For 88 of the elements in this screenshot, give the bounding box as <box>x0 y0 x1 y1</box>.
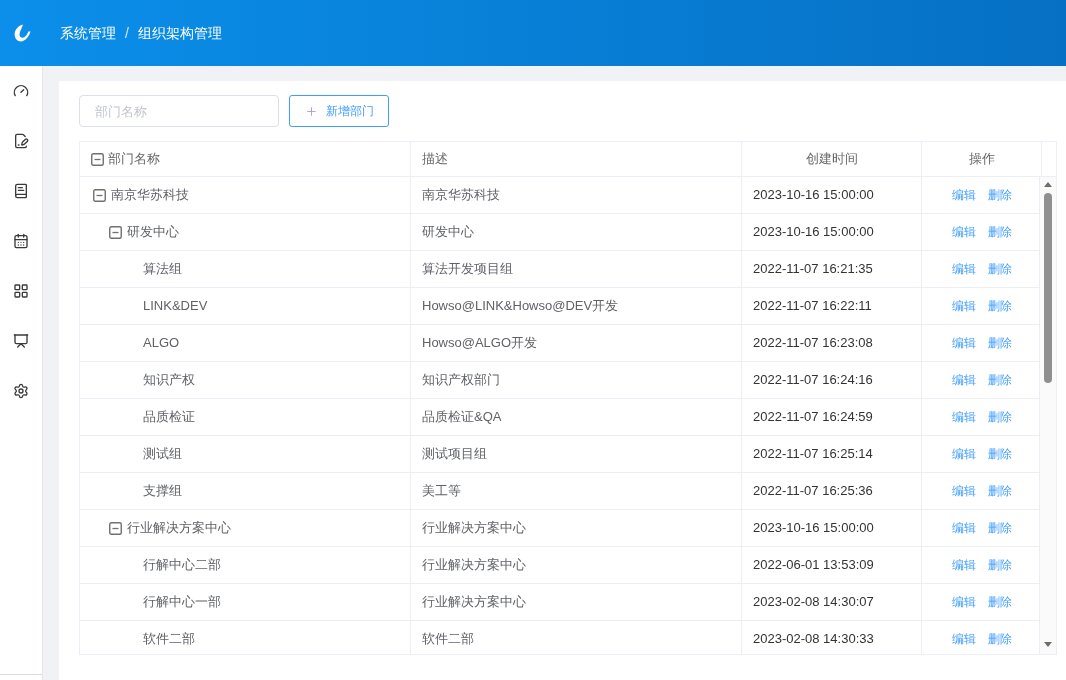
table-cell: 美工等 <box>411 473 742 509</box>
table-cell-text: 算法组 <box>143 260 182 279</box>
column-header: 创建时间 <box>805 150 858 169</box>
table-cell-text: 研发中心 <box>127 223 179 242</box>
table-cell: 研发中心 <box>411 214 742 250</box>
table-cell: 2022-11-07 16:25:36 <box>742 473 922 509</box>
settings-icon[interactable] <box>13 383 29 399</box>
delete-link[interactable]: 删除 <box>988 334 1012 352</box>
table-cell: 行业解决方案中心 <box>411 510 742 546</box>
delete-link[interactable]: 删除 <box>988 630 1012 648</box>
table-cell: 行业解决方案中心 <box>411 584 742 620</box>
delete-link[interactable]: 删除 <box>988 297 1012 315</box>
calendar-icon[interactable] <box>13 233 29 249</box>
table-cell-text: 支撑组 <box>143 482 182 501</box>
table-cell-text: LINK&DEV <box>143 297 208 316</box>
table-cell: 2023-02-08 14:30:07 <box>742 584 922 620</box>
table-cell: 2022-11-07 16:24:59 <box>742 399 922 435</box>
table-cell-text: 南京华苏科技 <box>111 186 189 205</box>
table-cell: 2022-11-07 16:25:14 <box>742 436 922 472</box>
delete-link[interactable]: 删除 <box>988 593 1012 611</box>
table-cell-text: 行解中心一部 <box>143 593 221 612</box>
edit-link[interactable]: 编辑 <box>952 519 976 537</box>
edit-link[interactable]: 编辑 <box>952 408 976 426</box>
breadcrumb-separator: / <box>125 23 129 43</box>
table-cell: 2023-02-08 14:30:33 <box>742 621 922 654</box>
document-pen-icon[interactable] <box>13 133 29 149</box>
scroll-up-icon[interactable] <box>1044 182 1052 187</box>
table-cell: 2022-06-01 13:53:09 <box>742 547 922 583</box>
table-cell-text: 软件二部 <box>143 630 195 649</box>
table-cell: 2022-11-07 16:23:08 <box>742 325 922 361</box>
edit-link[interactable]: 编辑 <box>952 260 976 278</box>
edit-link[interactable]: 编辑 <box>952 556 976 574</box>
edit-link[interactable]: 编辑 <box>952 334 976 352</box>
delete-link[interactable]: 删除 <box>988 371 1012 389</box>
plus-icon <box>304 104 318 118</box>
table-cell: 2022-11-07 16:22:11 <box>742 288 922 324</box>
delete-link[interactable]: 删除 <box>988 445 1012 463</box>
edit-link[interactable]: 编辑 <box>952 482 976 500</box>
delete-link[interactable]: 删除 <box>988 186 1012 204</box>
breadcrumb-item: 组织架构管理 <box>137 23 222 43</box>
minus-square-icon[interactable] <box>109 225 122 239</box>
edit-link[interactable]: 编辑 <box>952 297 976 315</box>
table-cell: 行业解决方案中心 <box>411 547 742 583</box>
table-cell: 品质检证&QA <box>411 399 742 435</box>
table-cell-text: 品质检证 <box>143 408 195 427</box>
edit-link[interactable]: 编辑 <box>952 186 976 204</box>
table-cell: 知识产权部门 <box>411 362 742 398</box>
delete-link[interactable]: 删除 <box>988 519 1012 537</box>
edit-link[interactable]: 编辑 <box>952 223 976 241</box>
book-icon[interactable] <box>13 183 29 199</box>
table-cell-text: 行解中心二部 <box>143 556 221 575</box>
delete-link[interactable]: 删除 <box>988 408 1012 426</box>
delete-link[interactable]: 删除 <box>988 223 1012 241</box>
add-department-button[interactable]: 新增部门 <box>289 95 389 127</box>
table-cell-text: 知识产权 <box>143 371 195 390</box>
edit-link[interactable]: 编辑 <box>952 445 976 463</box>
delete-link[interactable]: 删除 <box>988 482 1012 500</box>
table-cell: 2023-10-16 15:00:00 <box>742 214 922 250</box>
edit-link[interactable]: 编辑 <box>952 630 976 648</box>
table-cell: 测试项目组 <box>411 436 742 472</box>
gauge-icon[interactable] <box>13 83 29 99</box>
table-cell: Howso@LINK&Howso@DEV开发 <box>411 288 742 324</box>
presentation-icon[interactable] <box>13 333 29 349</box>
table-cell: 软件二部 <box>411 621 742 654</box>
minus-square-icon[interactable] <box>109 521 122 535</box>
table-cell: 2023-10-16 15:00:00 <box>742 177 922 213</box>
delete-link[interactable]: 删除 <box>988 556 1012 574</box>
delete-link[interactable]: 删除 <box>988 260 1012 278</box>
table-cell-text: ALGO <box>143 334 180 353</box>
column-header: 操作 <box>968 150 995 169</box>
table-cell: Howso@ALGO开发 <box>411 325 742 361</box>
table-cell: 南京华苏科技 <box>411 177 742 213</box>
table-cell-text: 行业解决方案中心 <box>127 519 231 538</box>
edit-link[interactable]: 编辑 <box>952 593 976 611</box>
breadcrumb-item[interactable]: 系统管理 <box>60 22 116 44</box>
table-cell: 2022-11-07 16:24:16 <box>742 362 922 398</box>
scroll-down-icon[interactable] <box>1044 642 1052 647</box>
edit-link[interactable]: 编辑 <box>952 371 976 389</box>
column-header: 部门名称 <box>108 150 160 169</box>
minus-square-icon[interactable] <box>91 152 104 166</box>
table-cell: 算法开发项目组 <box>411 251 742 287</box>
table-cell: 2023-10-16 15:00:00 <box>742 510 922 546</box>
table-cell-text: 测试组 <box>143 445 182 464</box>
scrollbar-thumb[interactable] <box>1044 193 1052 383</box>
grid-icon[interactable] <box>13 283 29 299</box>
table-cell: 2022-11-07 16:21:35 <box>742 251 922 287</box>
minus-square-icon[interactable] <box>93 188 106 202</box>
column-header: 描述 <box>422 150 448 169</box>
